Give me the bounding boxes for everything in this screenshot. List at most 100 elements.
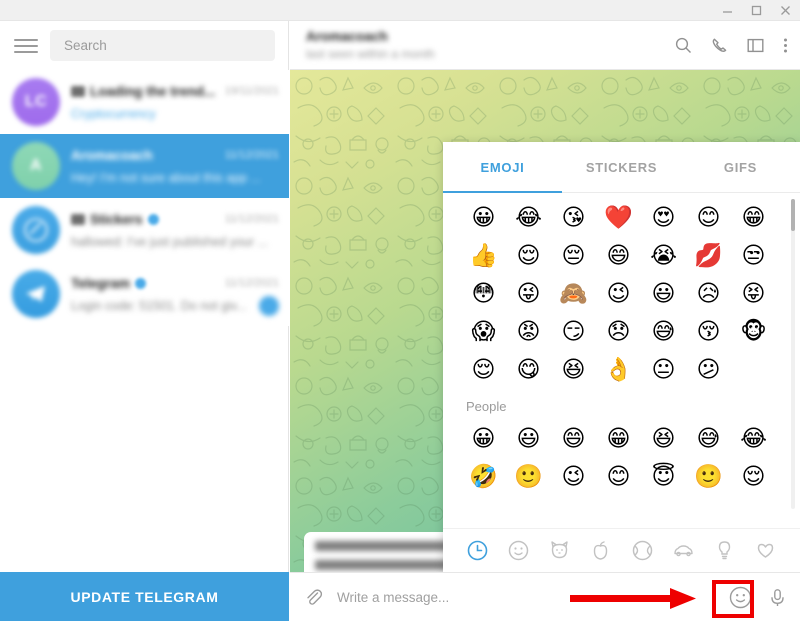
chat-list-item-telegram[interactable]: Telegram 11/12/2021 Login code: 51501. D… <box>0 262 289 326</box>
minimize-button[interactable] <box>713 0 742 21</box>
unread-badge <box>259 295 279 316</box>
emoji-cell[interactable]: 😀 <box>461 420 506 458</box>
emoji-button[interactable] <box>725 582 755 612</box>
emoji-cell[interactable]: 😐 <box>641 351 686 389</box>
emoji-cell[interactable]: 🐵 <box>731 313 776 351</box>
emoji-cell[interactable]: 😕 <box>686 351 731 389</box>
paperclip-icon[interactable] <box>304 588 323 607</box>
emoji-cell[interactable]: 👌 <box>596 351 641 389</box>
chat-item-preview: Login code: 51501. Do not giv... <box>71 298 247 313</box>
emoji-cell[interactable]: 😭 <box>641 237 686 275</box>
emoji-cell[interactable]: 😚 <box>686 313 731 351</box>
emoji-cell[interactable]: 😌 <box>461 351 506 389</box>
emoji-cell[interactable]: 😁 <box>731 199 776 237</box>
phone-icon[interactable] <box>711 37 728 54</box>
emoji-scrollbar-thumb[interactable] <box>791 199 795 231</box>
emoji-cell[interactable]: 😃 <box>506 420 551 458</box>
emoji-cell[interactable]: 😌 <box>731 458 776 496</box>
emoji-cell[interactable]: 😊 <box>686 199 731 237</box>
emoji-cell[interactable]: 😆 <box>551 351 596 389</box>
emoji-cell[interactable]: 😄 <box>551 420 596 458</box>
emoji-cell[interactable]: 🙂 <box>686 458 731 496</box>
chat-list-item-stickers[interactable]: Stickers 11/12/2021 hallowed: I've just … <box>0 198 289 262</box>
telegram-desktop-window: Search LC Loading the trend... 19/11/202… <box>0 0 800 621</box>
emoji-cell[interactable]: 😌 <box>506 237 551 275</box>
emoji-cell[interactable]: 😋 <box>506 351 551 389</box>
emoji-cell[interactable]: ❤️ <box>596 199 641 237</box>
chat-list-item-loading-the-trend[interactable]: LC Loading the trend... 19/11/2021 Crypt… <box>0 70 289 134</box>
chat-list-item-aromacoach[interactable]: A Aromacoach 11/12/2021 Hey! I'm not sur… <box>0 134 289 198</box>
emoji-cell[interactable]: 😜 <box>506 275 551 313</box>
travel-icon[interactable] <box>668 536 698 566</box>
hamburger-menu-icon[interactable] <box>14 36 40 56</box>
emoji-cell[interactable]: 😳 <box>461 275 506 313</box>
emoji-cell[interactable]: 😔 <box>551 237 596 275</box>
emoji-cell[interactable]: 😇 <box>641 458 686 496</box>
chat-item-preview: Hey! I'm not sure about this app ... <box>71 170 261 185</box>
emoji-cell[interactable]: 🙈 <box>551 275 596 313</box>
objects-icon[interactable] <box>709 536 739 566</box>
emoji-cell[interactable]: 😆 <box>641 420 686 458</box>
emoji-scrollbar[interactable] <box>791 199 795 509</box>
maximize-button[interactable] <box>742 0 771 21</box>
emoji-cell[interactable]: 😄 <box>596 237 641 275</box>
message-input[interactable]: Write a message... <box>337 573 725 621</box>
food-icon[interactable] <box>586 536 616 566</box>
emoji-cell[interactable]: 😞 <box>596 313 641 351</box>
search-icon[interactable] <box>675 37 692 54</box>
emoji-row: 😱 😡 😏 😞 😅 😚 🐵 <box>443 313 800 351</box>
emoji-cell[interactable]: 😘 <box>551 199 596 237</box>
more-vertical-icon[interactable] <box>783 37 788 54</box>
emoji-cell[interactable]: 😂 <box>731 420 776 458</box>
chat-item-time: 11/12/2021 <box>224 149 279 161</box>
avatar-initials: A <box>29 157 43 174</box>
close-button[interactable] <box>771 0 800 21</box>
people-icon[interactable] <box>504 536 534 566</box>
emoji-cell[interactable]: 🙂 <box>506 458 551 496</box>
emoji-cell[interactable]: 😅 <box>686 420 731 458</box>
emoji-cell[interactable]: 😊 <box>596 458 641 496</box>
search-input[interactable]: Search <box>50 30 275 61</box>
emoji-cell[interactable]: 😝 <box>731 275 776 313</box>
recent-icon[interactable] <box>463 536 493 566</box>
emoji-cell[interactable]: 😒 <box>731 237 776 275</box>
emoji-cell[interactable]: 😏 <box>551 313 596 351</box>
title-bar <box>0 0 800 21</box>
tab-emoji[interactable]: EMOJI <box>443 142 562 193</box>
emoji-cell[interactable]: 😂 <box>506 199 551 237</box>
emoji-cell[interactable]: 😅 <box>641 313 686 351</box>
emoji-cell[interactable]: 👍 <box>461 237 506 275</box>
emoji-cell[interactable]: 😍 <box>641 199 686 237</box>
emoji-cell[interactable]: 😉 <box>551 458 596 496</box>
muted-icon <box>71 85 85 97</box>
activity-icon[interactable] <box>627 536 657 566</box>
chat-item-meta: Aromacoach 11/12/2021 Hey! I'm not sure … <box>71 146 279 186</box>
emoji-picker-panel[interactable]: EMOJI STICKERS GIFS 😀 😂 😘 ❤️ 😍 😊 😁 👍 😌 😔… <box>443 142 800 572</box>
emoji-cell[interactable]: 🤣 <box>461 458 506 496</box>
chat-header: Aromacoach last seen within a month <box>290 21 800 70</box>
tab-gifs[interactable]: GIFS <box>681 142 800 192</box>
chat-list[interactable]: LC Loading the trend... 19/11/2021 Crypt… <box>0 70 289 572</box>
symbols-icon[interactable] <box>750 536 780 566</box>
emoji-cell[interactable]: 😀 <box>461 199 506 237</box>
tab-stickers[interactable]: STICKERS <box>562 142 681 192</box>
chat-item-name: Stickers <box>90 211 143 227</box>
emoji-cell[interactable]: 💋 <box>686 237 731 275</box>
emoji-cell[interactable]: 😥 <box>686 275 731 313</box>
emoji-grid[interactable]: 😀 😂 😘 ❤️ 😍 😊 😁 👍 😌 😔 😄 😭 💋 😒 😳 😜 🙈 😉 😃 😥… <box>443 193 800 528</box>
emoji-cell[interactable]: 😁 <box>596 420 641 458</box>
animals-icon[interactable] <box>545 536 575 566</box>
search-placeholder: Search <box>64 38 107 53</box>
emoji-cell[interactable]: 😡 <box>506 313 551 351</box>
emoji-cell[interactable]: 😉 <box>596 275 641 313</box>
panel-icon[interactable] <box>747 37 764 54</box>
chat-item-time: 11/12/2021 <box>224 277 279 289</box>
microphone-icon[interactable] <box>766 588 788 607</box>
emoji-cell[interactable]: 😱 <box>461 313 506 351</box>
emoji-row: 😀 😂 😘 ❤️ 😍 😊 😁 <box>443 199 800 237</box>
update-telegram-button[interactable]: UPDATE TELEGRAM <box>0 572 289 621</box>
chat-item-meta: Telegram 11/12/2021 Login code: 51501. D… <box>71 274 279 316</box>
emoji-cell[interactable]: 😃 <box>641 275 686 313</box>
chat-item-name: Loading the trend... <box>90 83 216 99</box>
chat-header-info[interactable]: Aromacoach last seen within a month <box>306 29 435 61</box>
